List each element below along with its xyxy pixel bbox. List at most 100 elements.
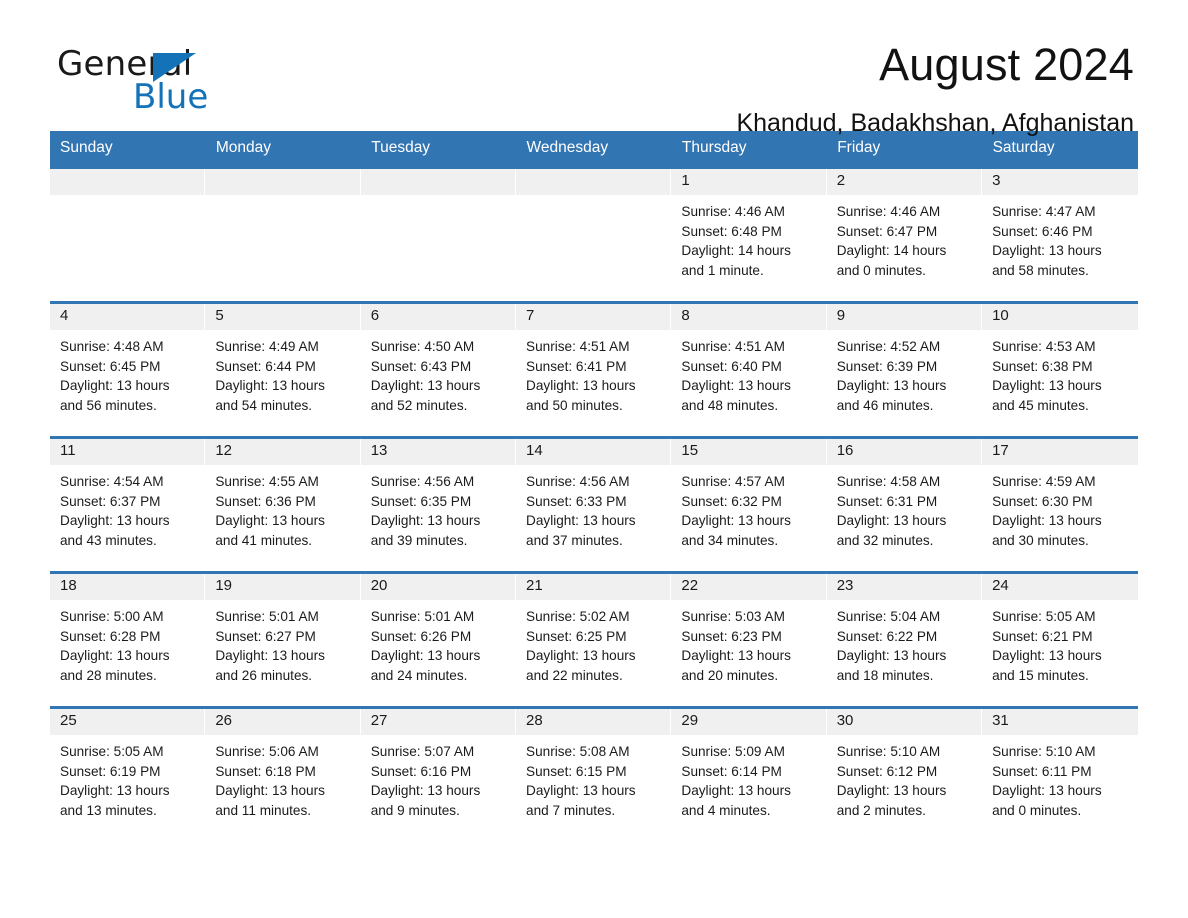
daylight-duration-line1: Daylight: 13 hours [681, 378, 791, 394]
sunrise-time: Sunrise: 4:56 AM [526, 474, 630, 489]
daylight-duration-line2: and 39 minutes. [370, 532, 468, 548]
sunrise-time: Sunrise: 4:58 AM [836, 474, 941, 489]
calendar-day-cell[interactable]: 8 Sunrise: 4:51 AM Sunset: 6:40 PM Daylight… [671, 301, 827, 438]
sunrise-time: Sunrise: 4:46 AM [836, 204, 941, 219]
daylight-duration-line2: and 56 minutes. [60, 397, 157, 413]
calendar-day-cell[interactable]: 20 Sunrise: 5:01 AM Sunset: 6:26 PM Dayligh… [360, 571, 517, 708]
daylight-duration-line2: and 45 minutes. [992, 397, 1089, 413]
day-sun-info: Sunrise: 5:10 AM Sunset: 6:11 PM Daylight:… [982, 735, 1137, 820]
day-number: 20 [360, 574, 517, 600]
calendar-day-cell[interactable]: 21 Sunrise: 5:02 AM Sunset: 6:25 PM Dayligh… [516, 571, 672, 708]
calendar-day-cell[interactable]: 26 Sunrise: 5:06 AM Sunset: 6:18 PM Dayligh… [205, 706, 361, 841]
daylight-duration-line2: and 52 minutes. [370, 397, 468, 413]
daylight-duration-line1: Daylight: 13 hours [60, 513, 170, 529]
calendar-day-cell[interactable]: 10 Sunrise: 4:53 AM Sunset: 6:38 PM Dayligh… [982, 301, 1138, 438]
day-number: 28 [516, 709, 672, 735]
day-sun-info: Sunrise: 4:58 AM Sunset: 6:31 PM Daylight:… [827, 465, 982, 550]
daylight-duration-line2: and 46 minutes. [836, 397, 934, 413]
sunrise-time: Sunrise: 5:03 AM [681, 609, 785, 624]
daylight-duration-line1: Daylight: 13 hours [370, 513, 481, 529]
sunrise-time: Sunrise: 4:57 AM [681, 474, 785, 489]
day-number: 13 [360, 439, 517, 465]
calendar-day-cell[interactable]: 15 Sunrise: 4:57 AM Sunset: 6:32 PM Dayligh… [671, 436, 827, 573]
daylight-duration-line1: Daylight: 14 hours [681, 243, 791, 259]
calendar-cell-empty [50, 166, 206, 303]
sunrise-time: Sunrise: 5:05 AM [60, 744, 164, 759]
calendar-day-cell[interactable]: 12 Sunrise: 4:55 AM Sunset: 6:36 PM Dayligh… [205, 436, 361, 573]
sunset-time: Sunset: 6:32 PM [681, 493, 782, 509]
day-sun-info: Sunrise: 4:56 AM Sunset: 6:33 PM Daylight:… [516, 465, 671, 550]
sunrise-time: Sunrise: 5:07 AM [370, 744, 475, 759]
day-sun-info: Sunrise: 4:55 AM Sunset: 6:36 PM Daylight:… [205, 465, 360, 550]
daylight-duration-line1: Daylight: 13 hours [681, 513, 791, 529]
sunset-time: Sunset: 6:18 PM [215, 763, 316, 779]
day-number: 31 [982, 709, 1138, 735]
calendar-day-cell[interactable]: 24 Sunrise: 5:05 AM Sunset: 6:21 PM Dayligh… [982, 571, 1138, 708]
calendar-day-cell[interactable]: 29 Sunrise: 5:09 AM Sunset: 6:14 PM Dayligh… [671, 706, 827, 841]
daylight-duration-line2: and 4 minutes. [681, 802, 771, 818]
calendar-day-cell[interactable]: 30 Sunrise: 5:10 AM Sunset: 6:12 PM Dayligh… [826, 706, 983, 841]
daylight-duration-line2: and 58 minutes. [992, 262, 1089, 278]
calendar-day-cell[interactable]: 9 Sunrise: 4:52 AM Sunset: 6:39 PM Daylight… [826, 301, 983, 438]
calendar-day-cell[interactable]: 5 Sunrise: 4:49 AM Sunset: 6:44 PM Daylight… [205, 301, 361, 438]
calendar-day-cell[interactable]: 17 Sunrise: 4:59 AM Sunset: 6:30 PM Dayligh… [982, 436, 1138, 573]
page-header: General Blue August 2024 Khandud, Badakh… [50, 0, 1138, 136]
day-sun-info: Sunrise: 5:00 AM Sunset: 6:28 PM Daylight:… [50, 600, 205, 685]
day-sun-info: Sunrise: 4:51 AM Sunset: 6:41 PM Daylight:… [516, 330, 671, 415]
sunrise-time: Sunrise: 5:06 AM [215, 744, 319, 759]
generalblue-logo[interactable]: General Blue [57, 44, 357, 120]
calendar-day-cell[interactable]: 19 Sunrise: 5:01 AM Sunset: 6:27 PM Dayligh… [205, 571, 361, 708]
daylight-duration-line2: and 41 minutes. [215, 532, 313, 548]
calendar-day-cell[interactable]: 23 Sunrise: 5:04 AM Sunset: 6:22 PM Dayligh… [826, 571, 983, 708]
day-sun-info: Sunrise: 4:52 AM Sunset: 6:39 PM Daylight:… [827, 330, 982, 415]
daylight-duration-line2: and 32 minutes. [836, 532, 934, 548]
day-sun-info: Sunrise: 5:07 AM Sunset: 6:16 PM Daylight:… [361, 735, 516, 820]
calendar-day-cell[interactable]: 22 Sunrise: 5:03 AM Sunset: 6:23 PM Dayligh… [671, 571, 827, 708]
daylight-duration-line1: Daylight: 13 hours [60, 378, 170, 394]
day-sun-info: Sunrise: 5:03 AM Sunset: 6:23 PM Daylight:… [671, 600, 826, 685]
sunset-time: Sunset: 6:40 PM [681, 358, 782, 374]
calendar-day-cell[interactable]: 27 Sunrise: 5:07 AM Sunset: 6:16 PM Dayligh… [360, 706, 517, 841]
sunrise-time: Sunrise: 4:50 AM [370, 339, 475, 354]
calendar-day-cell[interactable]: 25 Sunrise: 5:05 AM Sunset: 6:19 PM Dayligh… [50, 706, 206, 841]
day-sun-info: Sunrise: 5:05 AM Sunset: 6:19 PM Daylight:… [50, 735, 205, 820]
sunset-time: Sunset: 6:12 PM [836, 763, 938, 779]
daylight-duration-line2: and 48 minutes. [681, 397, 779, 413]
sunset-time: Sunset: 6:16 PM [370, 763, 472, 779]
calendar-day-cell[interactable]: 7 Sunrise: 4:51 AM Sunset: 6:41 PM Daylight… [516, 301, 672, 438]
logo-text-blue: Blue [133, 77, 209, 117]
calendar-day-cell[interactable]: 3 Sunrise: 4:47 AM Sunset: 6:46 PM Daylight… [982, 166, 1138, 303]
day-number: 3 [982, 169, 1138, 195]
calendar-day-cell[interactable]: 18 Sunrise: 5:00 AM Sunset: 6:28 PM Dayligh… [50, 571, 206, 708]
sunrise-sunset-calendar: Sunday Monday Tuesday Wednesday Thursday… [50, 131, 1139, 841]
day-number: 7 [516, 304, 672, 330]
sunrise-time: Sunrise: 5:01 AM [370, 609, 475, 624]
calendar-day-cell[interactable]: 11 Sunrise: 4:54 AM Sunset: 6:37 PM Dayligh… [50, 436, 206, 573]
daylight-duration-line1: Daylight: 13 hours [681, 648, 791, 664]
calendar-day-cell[interactable]: 6 Sunrise: 4:50 AM Sunset: 6:43 PM Daylight… [360, 301, 517, 438]
sunrise-time: Sunrise: 5:01 AM [215, 609, 319, 624]
daylight-duration-line2: and 2 minutes. [836, 802, 926, 818]
daylight-duration-line1: Daylight: 13 hours [215, 378, 325, 394]
day-number: 5 [205, 304, 361, 330]
calendar-week-row: 4 Sunrise: 4:48 AM Sunset: 6:45 PM Daylight… [50, 301, 1138, 438]
day-sun-info: Sunrise: 5:04 AM Sunset: 6:22 PM Daylight:… [827, 600, 982, 685]
calendar-day-cell[interactable]: 4 Sunrise: 4:48 AM Sunset: 6:45 PM Daylight… [50, 301, 206, 438]
calendar-day-cell[interactable]: 14 Sunrise: 4:56 AM Sunset: 6:33 PM Dayligh… [516, 436, 672, 573]
day-sun-info: Sunrise: 5:05 AM Sunset: 6:21 PM Daylight:… [982, 600, 1137, 685]
calendar-day-cell[interactable]: 1 Sunrise: 4:46 AM Sunset: 6:48 PM Daylight… [671, 166, 827, 303]
calendar-day-cell[interactable]: 28 Sunrise: 5:08 AM Sunset: 6:15 PM Dayligh… [516, 706, 672, 841]
calendar-day-cell[interactable]: 2 Sunrise: 4:46 AM Sunset: 6:47 PM Daylight… [826, 166, 983, 303]
weekday-header-tuesday: Tuesday [360, 131, 517, 168]
calendar-week-row: 1 Sunrise: 4:46 AM Sunset: 6:48 PM Daylight… [50, 166, 1138, 303]
daylight-duration-line1: Daylight: 13 hours [370, 378, 481, 394]
daylight-duration-line1: Daylight: 13 hours [370, 648, 481, 664]
calendar-day-cell[interactable]: 13 Sunrise: 4:56 AM Sunset: 6:35 PM Dayligh… [360, 436, 517, 573]
day-number: 24 [982, 574, 1138, 600]
calendar-day-cell[interactable]: 16 Sunrise: 4:58 AM Sunset: 6:31 PM Dayligh… [826, 436, 983, 573]
day-number: 25 [50, 709, 206, 735]
calendar-day-cell[interactable]: 31 Sunrise: 5:10 AM Sunset: 6:11 PM Dayligh… [982, 706, 1138, 841]
daylight-duration-line2: and 13 minutes. [60, 802, 157, 818]
sunrise-time: Sunrise: 4:47 AM [992, 204, 1096, 219]
day-number: 14 [516, 439, 672, 465]
